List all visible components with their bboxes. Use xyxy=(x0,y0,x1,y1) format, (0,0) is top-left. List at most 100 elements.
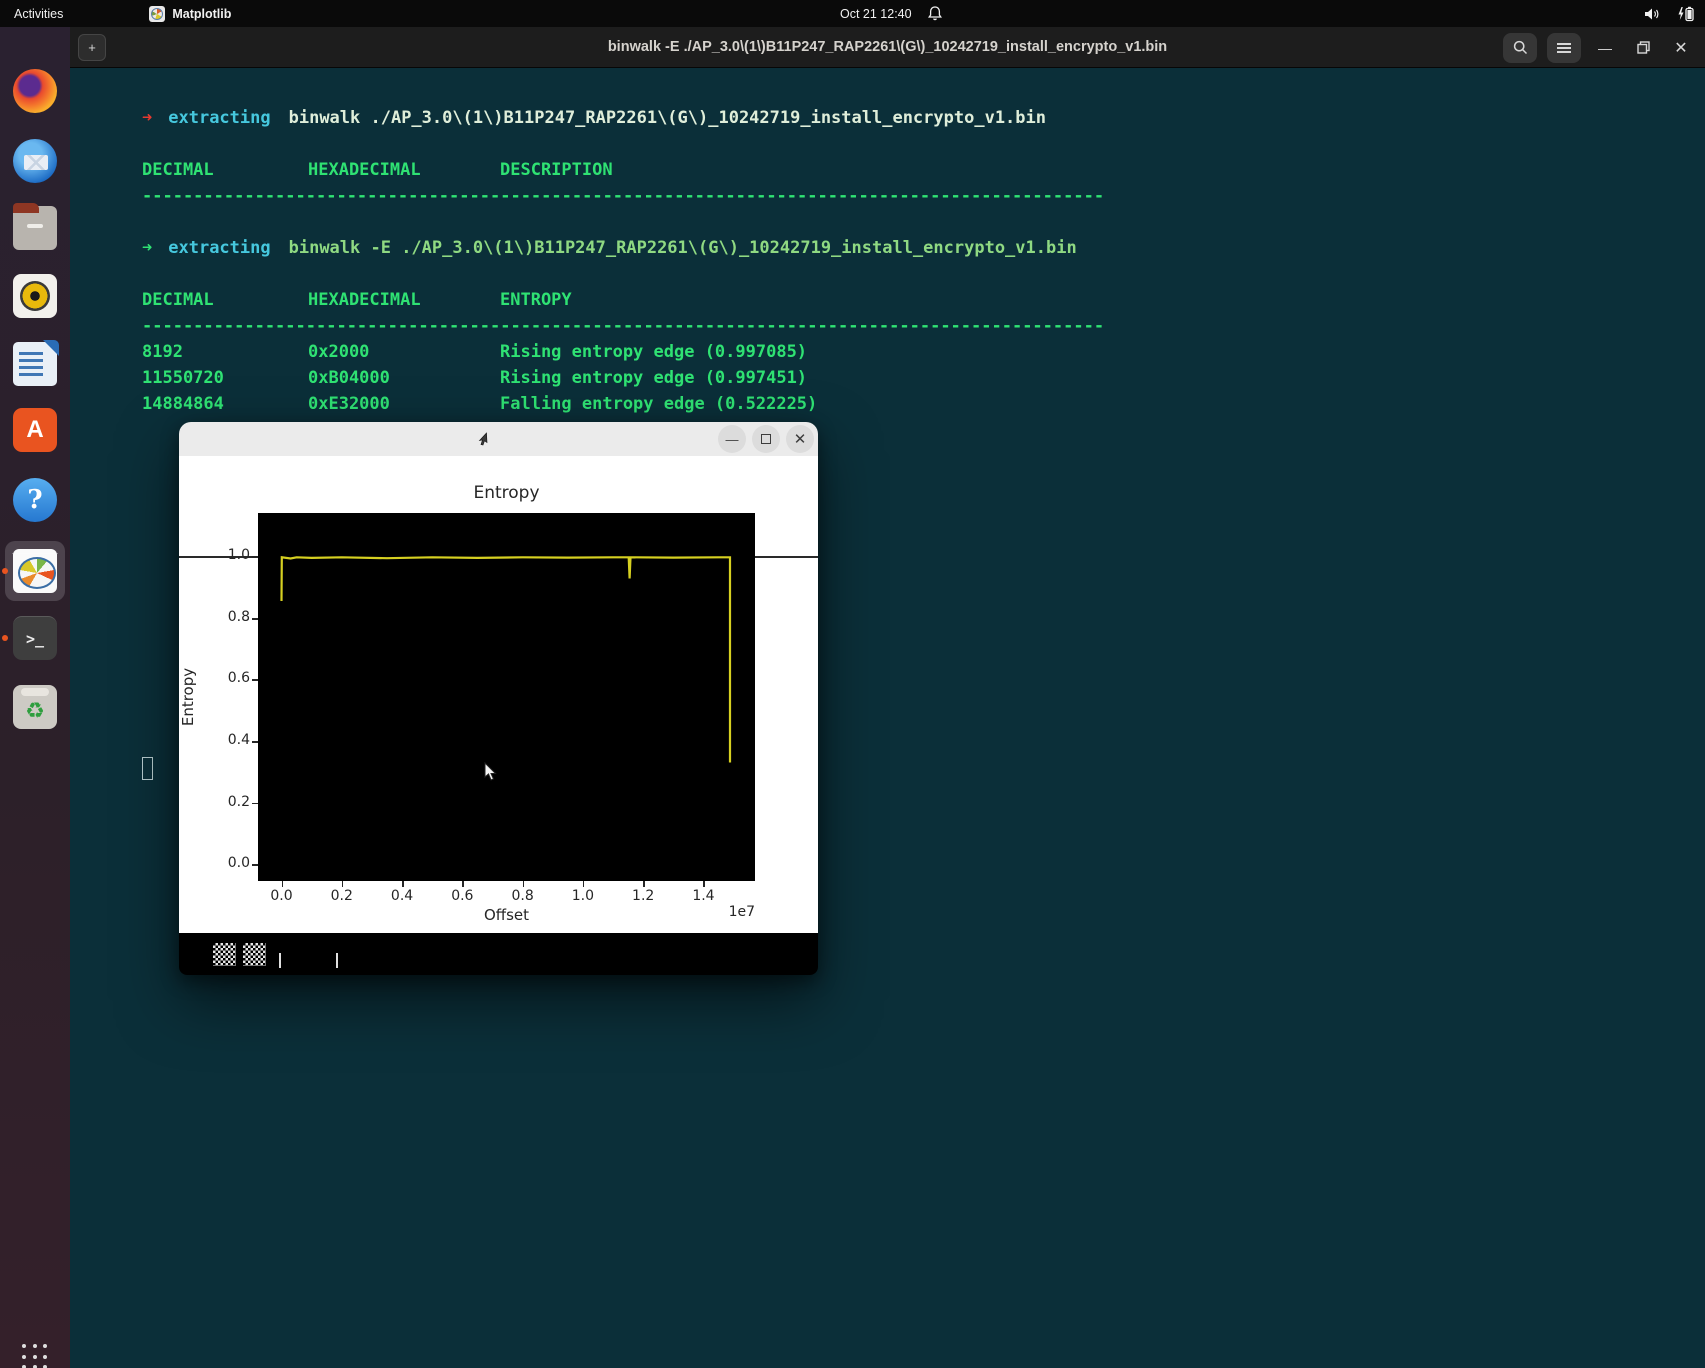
figure-canvas[interactable]: Entropy 0.00.20.40.60.81.0 0.00.20.40.60… xyxy=(179,456,818,933)
matplotlib-figure-window[interactable]: — ✕ Entropy 0.00.20.40.60.81.0 0.00.20.4… xyxy=(179,422,818,975)
y-tick-mark xyxy=(252,803,258,805)
terminal-menu-button[interactable] xyxy=(1547,33,1581,63)
restore-icon xyxy=(1637,41,1650,54)
toolbar-nav-icon[interactable] xyxy=(243,943,266,966)
dock-item-thunderbird[interactable] xyxy=(11,137,59,185)
app-indicator-label: Matplotlib xyxy=(172,7,231,21)
x-tick-mark xyxy=(703,881,705,887)
minimize-icon: — xyxy=(1598,40,1612,56)
thunderbird-icon xyxy=(13,139,57,183)
x-tick-label: 0.0 xyxy=(260,888,304,904)
chart-title: Entropy xyxy=(258,483,755,503)
result-col3: Rising entropy edge (0.997451) xyxy=(500,368,807,388)
plot-axes xyxy=(258,513,755,881)
rhythmbox-icon xyxy=(13,274,57,318)
prompt-cwd: extracting xyxy=(168,238,270,258)
matplotlib-icon xyxy=(13,549,57,593)
figure-toolbar[interactable] xyxy=(179,933,818,975)
x-tick-mark xyxy=(583,881,585,887)
terminal-close-button[interactable]: ✕ xyxy=(1667,34,1695,62)
dock-separator xyxy=(12,553,58,554)
prompt-arrow: ➜ xyxy=(142,108,152,128)
x-tick-mark xyxy=(462,881,464,887)
new-tab-plus-icon: + xyxy=(88,40,96,55)
header-col3: ENTROPY xyxy=(500,290,572,310)
dock-item-matplotlib[interactable] xyxy=(11,547,59,595)
x-tick-label: 1.4 xyxy=(681,888,725,904)
figure-maximize-button[interactable] xyxy=(752,425,780,453)
entropy-line-plot xyxy=(258,513,755,881)
x-axis-label: Offset xyxy=(258,906,755,924)
software-icon: A xyxy=(13,408,57,452)
command-text: binwalk ./AP_3.0\(1\)B11P247_RAP2261\(G\… xyxy=(289,108,1046,128)
terminal-titlebar[interactable]: + binwalk -E ./AP_3.0\(1\)B11P247_RAP226… xyxy=(70,27,1705,68)
y-tick-label: 0.0 xyxy=(208,855,250,871)
activities-button[interactable]: Activities xyxy=(0,0,77,27)
y-tick-mark xyxy=(252,556,258,558)
figure-titlebar[interactable]: — ✕ xyxy=(179,422,818,456)
binwalk-table-separator: ----------------------------------------… xyxy=(142,183,1104,209)
binwalk-table-header: DECIMALHEXADECIMALDESCRIPTION xyxy=(142,157,1104,183)
terminal-restore-button[interactable] xyxy=(1629,34,1657,62)
dock-item-software[interactable]: A xyxy=(11,406,59,454)
terminal-search-button[interactable] xyxy=(1503,33,1537,63)
header-col2: HEXADECIMAL xyxy=(308,287,500,313)
show-applications-button[interactable] xyxy=(22,1344,48,1368)
x-tick-mark xyxy=(342,881,344,887)
result-col3: Rising entropy edge (0.997085) xyxy=(500,342,807,362)
x-tick-mark xyxy=(643,881,645,887)
clock-label: Oct 21 12:40 xyxy=(840,7,912,21)
software-glyph: A xyxy=(13,408,57,452)
running-indicator-dot xyxy=(2,635,8,641)
x-tick-mark xyxy=(523,881,525,887)
y-tick-mark xyxy=(252,864,258,866)
y-tick-label: 0.6 xyxy=(208,670,250,686)
clock-menu[interactable]: Oct 21 12:40 xyxy=(840,0,942,27)
y-tick-label: 1.0 xyxy=(208,547,250,563)
x-tick-mark xyxy=(402,881,404,887)
result-col3: Falling entropy edge (0.522225) xyxy=(500,394,817,414)
y-axis-label: Entropy xyxy=(179,657,197,737)
terminal-icon: >_ xyxy=(13,616,57,660)
dock-item-firefox[interactable] xyxy=(11,67,59,115)
y-tick-mark xyxy=(252,741,258,743)
system-status-area[interactable] xyxy=(1644,0,1695,27)
y-tick-mark xyxy=(252,679,258,681)
header-col1: DECIMAL xyxy=(142,287,308,313)
binwalk-table-header: DECIMALHEXADECIMALENTROPY xyxy=(142,287,1104,313)
x-tick-label: 0.2 xyxy=(320,888,364,904)
y-tick-mark xyxy=(252,618,258,620)
dock-item-writer[interactable] xyxy=(11,340,59,388)
close-icon: ✕ xyxy=(794,430,807,448)
toolbar-separator xyxy=(279,953,281,968)
y-tick-label: 0.2 xyxy=(208,794,250,810)
files-icon xyxy=(13,206,57,250)
matplotlib-app-icon xyxy=(149,6,165,22)
desktop: Activities Matplotlib Oct 21 12:40 xyxy=(0,0,1705,1368)
help-icon: ? xyxy=(13,478,57,522)
dock-item-help[interactable]: ? xyxy=(11,476,59,524)
y-tick-label: 0.4 xyxy=(208,732,250,748)
dock: A? >_ ♻ xyxy=(0,27,70,1368)
prompt-arrow: ➜ xyxy=(142,238,152,258)
result-col1: 11550720 xyxy=(142,365,308,391)
binwalk-result-row: 148848640xE32000Falling entropy edge (0.… xyxy=(142,391,1104,417)
result-col2: 0xB04000 xyxy=(308,365,500,391)
terminal-minimize-button[interactable]: — xyxy=(1591,34,1619,62)
new-tab-button[interactable]: + xyxy=(78,34,106,61)
hamburger-icon xyxy=(1557,43,1571,53)
close-icon: ✕ xyxy=(1674,38,1687,58)
figure-close-button[interactable]: ✕ xyxy=(786,425,814,453)
entropy-series-line xyxy=(282,557,731,762)
trash-glyph: ♻ xyxy=(13,693,57,729)
running-indicator-dot xyxy=(2,568,8,574)
figure-minimize-button[interactable]: — xyxy=(718,425,746,453)
dock-item-trash[interactable]: ♻ xyxy=(11,683,59,731)
dock-item-terminal[interactable]: >_ xyxy=(11,614,59,662)
dock-item-files[interactable] xyxy=(11,204,59,252)
toolbar-home-icon[interactable] xyxy=(213,943,236,966)
app-indicator[interactable]: Matplotlib xyxy=(135,0,245,27)
dock-item-rhythmbox[interactable] xyxy=(11,272,59,320)
result-col2: 0xE32000 xyxy=(308,391,500,417)
result-col1: 8192 xyxy=(142,339,308,365)
